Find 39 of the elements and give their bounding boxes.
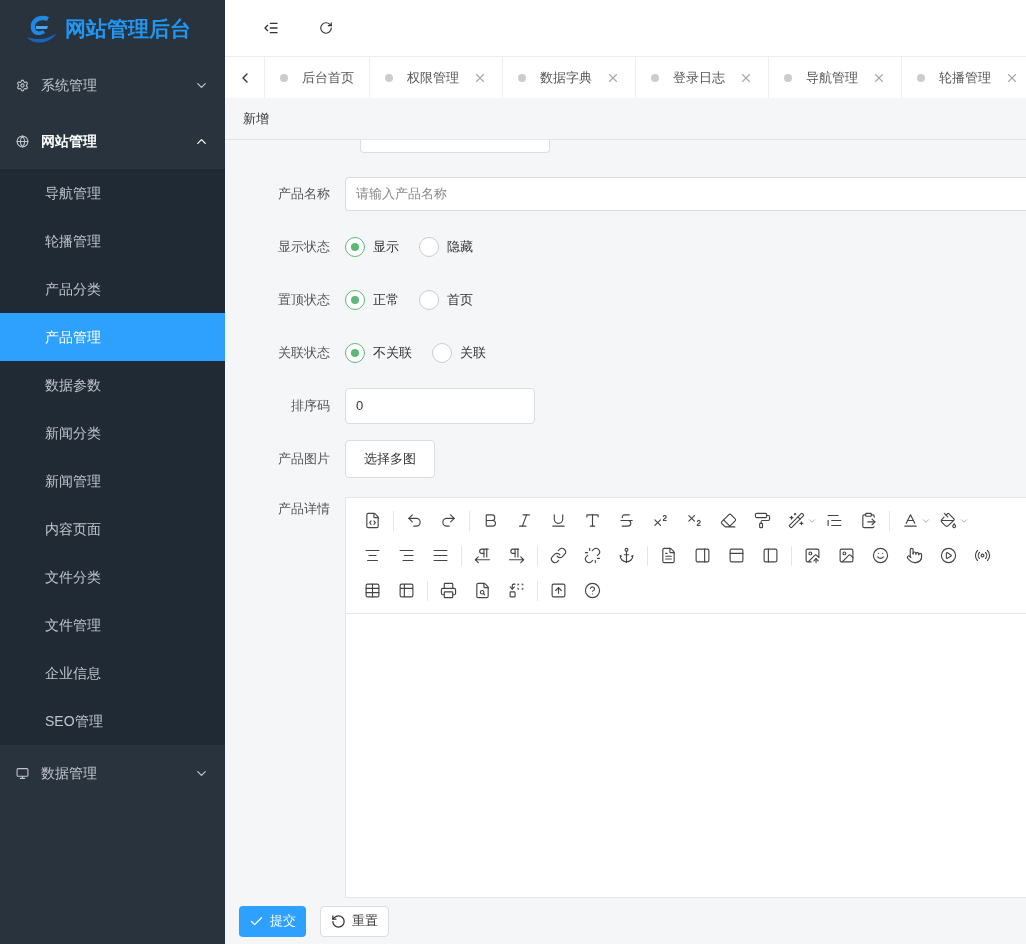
page-tab[interactable]: 数据字典 — [503, 57, 636, 98]
radio-option[interactable]: 显示 — [345, 236, 399, 257]
menu-item[interactable]: 文件分类 — [0, 553, 225, 601]
input-field[interactable]: 0 — [345, 387, 535, 424]
radio-option[interactable]: 正常 — [345, 289, 399, 310]
field-label: 产品图片 — [277, 449, 331, 468]
menu-group[interactable]: 系统管理 — [0, 57, 225, 113]
menu-item[interactable]: 轮播管理 — [0, 217, 225, 265]
menu-group[interactable]: 数据管理 — [0, 745, 225, 801]
field-label: 产品详情 — [277, 500, 331, 518]
menu-item[interactable]: 新闻管理 — [0, 457, 225, 505]
menu-item[interactable]: 产品分类 — [0, 265, 225, 313]
menu-item[interactable]: 文件管理 — [0, 601, 225, 649]
radio-option[interactable]: 不关联 — [345, 342, 412, 363]
menu-item[interactable]: SEO管理 — [0, 697, 225, 745]
menu-item[interactable]: 内容页面 — [0, 505, 225, 553]
upload-button[interactable]: 选择多图 — [345, 439, 435, 478]
input-field[interactable]: 请输入产品名称 — [345, 176, 1026, 211]
menu-group[interactable]: 网站管理 — [0, 113, 225, 169]
page-tab[interactable]: 后台首页 — [265, 57, 370, 98]
page-tab[interactable]: 轮播管理 — [902, 57, 1026, 98]
field-label: 关联状态 — [277, 343, 331, 362]
menu-item[interactable]: 导航管理 — [0, 169, 225, 217]
radio-option[interactable]: 隐藏 — [419, 236, 473, 257]
app-title: 网站管理后台 — [65, 15, 191, 42]
menu-item[interactable]: 数据参数 — [0, 361, 225, 409]
field-label: 置顶状态 — [277, 290, 331, 309]
page-tab[interactable]: 导航管理 — [769, 57, 902, 98]
reset-button[interactable]: 重置 — [320, 905, 389, 937]
field-label: 排序码 — [290, 396, 331, 415]
menu-item[interactable]: 新闻分类 — [0, 409, 225, 457]
page-tab[interactable]: 权限管理 — [370, 57, 503, 98]
radio-option[interactable]: 首页 — [419, 289, 473, 310]
page-title: 新增 — [243, 109, 269, 128]
field-label: 显示状态 — [277, 237, 331, 256]
field-label: 产品名称 — [277, 184, 331, 203]
menu-item[interactable]: 企业信息 — [0, 649, 225, 697]
page-tab[interactable]: 登录日志 — [636, 57, 769, 98]
radio-option[interactable]: 关联 — [432, 342, 486, 363]
